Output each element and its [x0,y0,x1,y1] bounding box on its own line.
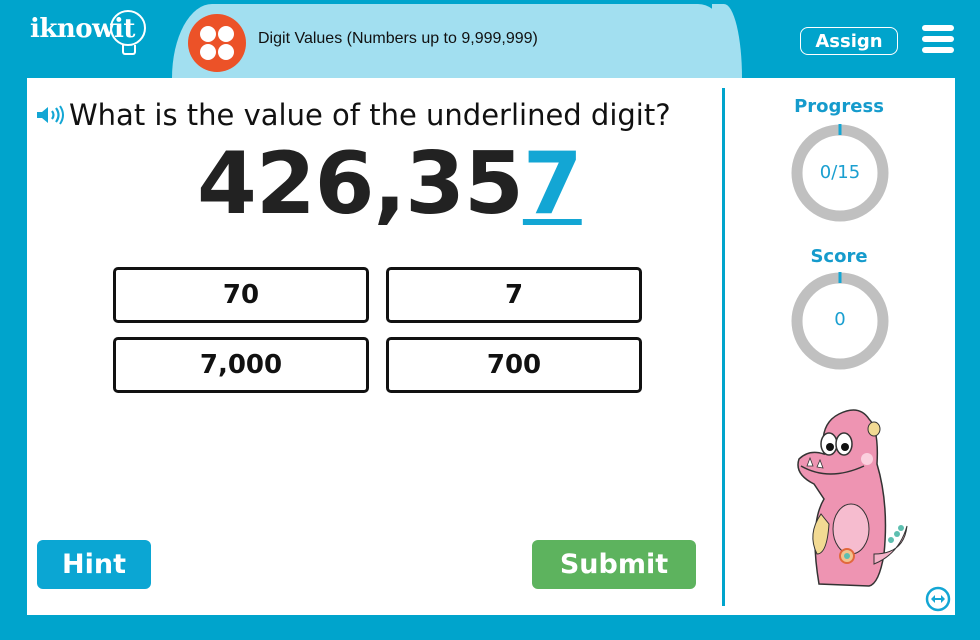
hamburger-menu-icon[interactable] [922,25,954,53]
assign-button[interactable]: Assign [800,27,898,55]
lightbulb-icon [110,10,146,46]
topic-title-bar: Digit Values (Numbers up to 9,999,999) [172,4,742,78]
expand-arrows-icon[interactable] [925,586,951,612]
hint-button[interactable]: Hint [37,540,151,589]
answer-option[interactable]: 700 [386,337,642,393]
score-label: Score [810,246,868,267]
main-content: What is the value of the underlined digi… [27,78,955,615]
top-bar: iknowit Digit Values (Numbers up to 9,99… [0,0,980,78]
submit-button[interactable]: Submit [532,540,696,589]
question-prompt: What is the value of the underlined digi… [35,98,671,132]
progress-label: Progress [794,96,884,117]
four-dots-icon [188,14,246,72]
progress-value: 0/15 [819,162,861,183]
sidebar-divider [722,88,725,606]
answer-option[interactable]: 7,000 [113,337,369,393]
underlined-digit: 7 [522,134,583,234]
speaker-icon[interactable] [35,104,65,126]
lightbulb-base-icon [122,45,136,55]
score-value: 0 [834,309,846,330]
answer-option[interactable]: 7 [386,267,642,323]
question-text: What is the value of the underlined digi… [69,98,671,132]
question-number: 426,357 [197,134,583,234]
topic-title: Digit Values (Numbers up to 9,999,999) [258,30,538,47]
iknowit-logo[interactable]: iknowit [30,10,146,55]
answer-option[interactable]: 70 [113,267,369,323]
pink-monster-mascot [797,409,908,587]
number-prefix: 426,35 [197,134,524,234]
